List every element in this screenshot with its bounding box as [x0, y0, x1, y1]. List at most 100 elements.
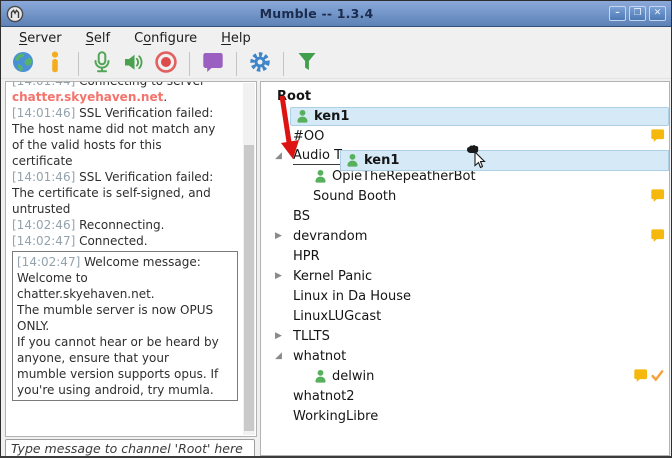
maximize-button[interactable]: ❐ — [629, 6, 646, 21]
row-content: Audio T — [293, 148, 342, 165]
menu-self[interactable]: Self — [75, 29, 121, 48]
chat-bubble-icon — [201, 50, 225, 77]
chat-message-input[interactable] — [5, 439, 255, 458]
row-content: HPR — [293, 249, 320, 264]
log-line: [14:02:47] Connected. — [12, 233, 240, 249]
settings-gear-icon — [248, 50, 272, 77]
log-text: SSL Verification failed: — [75, 106, 213, 120]
check-badge-icon — [650, 368, 665, 383]
log-timestamp: [14:01:44] — [12, 81, 75, 88]
toolbar-record-button[interactable] — [152, 50, 180, 78]
log-line: [14:01:44] Connecting to server chatter.s… — [12, 81, 240, 105]
tree-row-whatnot[interactable]: ◢whatnot — [261, 346, 669, 366]
tree-root-row[interactable]: Root — [261, 86, 669, 106]
expander-expanded-icon[interactable]: ◢ — [275, 346, 293, 366]
toolbar-chat-bubble-button[interactable] — [199, 50, 227, 78]
user-icon — [313, 369, 328, 384]
log-line: [14:02:46] Reconnecting. — [12, 217, 240, 233]
row-content: whatnot — [293, 349, 346, 364]
log-text: certificate — [12, 154, 73, 168]
toolbar-separator — [189, 52, 190, 76]
tree-row-hpr[interactable]: HPR — [261, 246, 669, 266]
log-timestamp: [14:02:47] — [17, 255, 80, 269]
tree-row-ken1[interactable]: ken1 — [261, 106, 669, 126]
welcome-message-line: If you cannot hear or be heard by — [17, 334, 233, 350]
toolbar-filter-funnel-button[interactable] — [293, 50, 321, 78]
tree-row-whatnot2[interactable]: whatnot2 — [261, 386, 669, 406]
log-timestamp: [14:01:46] — [12, 170, 75, 184]
toolbar-speaker-button[interactable] — [120, 50, 148, 78]
row-content: #OO — [293, 129, 324, 144]
log-line: [14:01:46] SSL Verification failed:The c… — [12, 169, 240, 217]
tree-row-delwin[interactable]: delwin — [261, 366, 669, 386]
log-scrollbar[interactable] — [243, 83, 255, 435]
expander-collapsed-icon[interactable]: ▶ — [275, 326, 293, 346]
toolbar-microphone-button[interactable] — [88, 50, 116, 78]
welcome-message-box: [14:02:47] Welcome message:Welcome tocha… — [12, 251, 238, 401]
welcome-message-line: you're using android, try mumla. — [17, 382, 233, 398]
toolbar-globe-connect-button[interactable] — [9, 50, 37, 78]
log-text: Connected. — [75, 234, 147, 248]
row-content: Kernel Panic — [293, 269, 372, 284]
selected-row-highlight: ken1 — [290, 107, 669, 126]
log-line: [14:01:46] SSL Verification failed:The h… — [12, 105, 240, 169]
chat-bubble-badge-icon — [650, 128, 665, 143]
welcome-message-line: Welcome to — [17, 270, 233, 286]
tree-row-kernel-panic[interactable]: ▶Kernel Panic — [261, 266, 669, 286]
window-controls: –❐✕ — [609, 6, 666, 21]
tree-row-linuxlugcast[interactable]: LinuxLUGcast — [261, 306, 669, 326]
row-content: Root — [277, 89, 311, 104]
tree-row-devrandom[interactable]: ▶devrandom — [261, 226, 669, 246]
globe-connect-icon — [11, 50, 35, 77]
channel-label: LinuxLUGcast — [293, 309, 381, 324]
channel-label: devrandom — [293, 229, 367, 244]
log-timestamp: [14:02:46] — [12, 218, 75, 232]
log-text: The certificate is self-signed, and — [12, 186, 211, 200]
row-content: Sound Booth — [313, 189, 396, 204]
channel-tree: Rootken1#OO◢Audio TOpieTheRepeatherBotSo… — [261, 82, 669, 426]
tree-row-sound-booth[interactable]: Sound Booth — [261, 186, 669, 206]
speaker-icon — [122, 50, 146, 77]
chat-bubble-badge-icon — [650, 188, 665, 203]
close-button[interactable]: ✕ — [649, 6, 666, 21]
log-text: Connecting to server — [75, 81, 205, 88]
expander-expanded-icon[interactable]: ◢ — [275, 146, 293, 166]
message-composer — [5, 438, 255, 457]
row-content: whatnot2 — [293, 389, 355, 404]
log-timestamp: [14:01:46] — [12, 106, 75, 120]
tree-row-bs[interactable]: BS — [261, 206, 669, 226]
menu-configure[interactable]: Configure — [123, 29, 208, 48]
row-content: TLLTS — [293, 329, 330, 344]
tree-row-oo[interactable]: #OO — [261, 126, 669, 146]
user-icon — [345, 153, 360, 168]
toolbar-settings-gear-button[interactable] — [246, 50, 274, 78]
menu-help[interactable]: Help — [210, 29, 262, 48]
window-title: Mumble -- 1.3.4 — [24, 6, 609, 21]
tree-row-tllts[interactable]: ▶TLLTS — [261, 326, 669, 346]
log-text: Reconnecting. — [75, 218, 164, 232]
channel-tree-panel: Rootken1#OO◢Audio TOpieTheRepeatherBotSo… — [260, 81, 670, 456]
log-scrollbar-thumb[interactable] — [244, 145, 254, 431]
tree-row-linux-in-da-house[interactable]: Linux in Da House — [261, 286, 669, 306]
user-icon — [313, 169, 328, 184]
channel-label: #OO — [293, 129, 324, 144]
server-address-link[interactable]: chatter.skyehaven.net — [12, 90, 163, 104]
toolbar-server-info-button[interactable] — [41, 50, 69, 78]
expander-collapsed-icon[interactable]: ▶ — [275, 266, 293, 286]
log-messages: [14:01:44] Connecting to server chatter.s… — [6, 81, 256, 401]
row-content: devrandom — [293, 229, 367, 244]
drag-ghost-label: ken1 — [364, 153, 399, 168]
welcome-message-line: anyone, ensure that your — [17, 350, 233, 366]
row-content: LinuxLUGcast — [293, 309, 381, 324]
expander-collapsed-icon[interactable]: ▶ — [275, 226, 293, 246]
channel-label: TLLTS — [293, 329, 330, 344]
row-content: Linux in Da House — [293, 289, 411, 304]
menubar: ServerSelfConfigureHelp — [1, 27, 671, 49]
toolbar-separator — [236, 52, 237, 76]
channel-label: Kernel Panic — [293, 269, 372, 284]
mumble-logo-icon — [6, 5, 24, 23]
menu-server[interactable]: Server — [8, 29, 73, 48]
minimize-button[interactable]: – — [609, 6, 626, 21]
tree-row-workinglibre[interactable]: WorkingLibre — [261, 406, 669, 426]
welcome-message-header: [14:02:47] Welcome message: — [17, 254, 233, 270]
